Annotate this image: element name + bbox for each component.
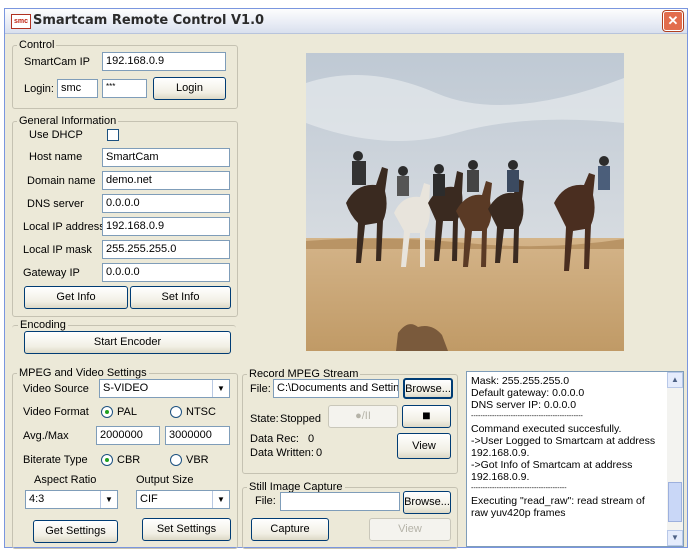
scroll-up-icon[interactable]: ▲ — [667, 372, 683, 388]
data-written-value: 0 — [316, 447, 323, 459]
aspect-ratio-label: Aspect Ratio — [34, 474, 97, 486]
format-ntsc-label: NTSC — [186, 406, 216, 418]
domain-name-input[interactable]: demo.net — [102, 171, 230, 190]
log-line: ----------------------------------------… — [471, 413, 583, 420]
format-pal-radio[interactable] — [101, 406, 113, 418]
video-source-label: Video Source — [23, 383, 89, 395]
use-dhcp-label: Use DHCP — [29, 129, 83, 141]
set-info-button[interactable]: Set Info — [130, 286, 231, 309]
local-ip-input[interactable]: 192.168.0.9 — [102, 217, 230, 236]
main-window: smc Smartcam Remote Control V1.0 ✕ Contr… — [4, 8, 688, 549]
log-line: Mask: 255.255.255.0 — [471, 375, 570, 387]
output-size-value: CIF — [140, 493, 158, 505]
data-rec-label: Data Rec: — [250, 433, 299, 445]
avg-max-label: Avg./Max — [23, 430, 69, 442]
state-value: Stopped — [280, 413, 321, 425]
smartcam-ip-label: SmartCam IP — [24, 56, 91, 68]
record-file-label: File: — [250, 383, 271, 395]
data-rec-value: 0 — [308, 433, 315, 445]
bitrate-cbr-radio[interactable] — [101, 454, 113, 466]
local-mask-input[interactable]: 255.255.255.0 — [102, 240, 230, 259]
encoding-legend: Encoding — [20, 319, 66, 331]
chevron-down-icon[interactable]: ▼ — [212, 380, 229, 397]
log-line: DNS server IP: 0.0.0.0 — [471, 399, 577, 411]
video-frame-image — [306, 53, 624, 351]
still-browse-button[interactable]: Browse... — [403, 491, 451, 514]
log-line: ->Got Info of Smartcam at address 192.16… — [471, 459, 636, 483]
host-name-input[interactable]: SmartCam — [102, 148, 230, 167]
mpeg-settings-legend: MPEG and Video Settings — [19, 367, 147, 379]
local-ip-label: Local IP address — [23, 221, 105, 233]
still-file-label: File: — [255, 495, 276, 507]
video-source-select[interactable]: S-VIDEO ▼ — [99, 379, 230, 398]
log-scrollbar[interactable]: ▲ ▼ — [667, 372, 683, 546]
still-view-button[interactable]: View — [369, 518, 451, 541]
set-settings-button[interactable]: Set Settings — [142, 518, 231, 541]
smartcam-ip-input[interactable]: 192.168.0.9 — [102, 52, 226, 71]
record-stop-button[interactable]: ■ — [402, 405, 451, 428]
video-source-value: S-VIDEO — [103, 382, 149, 394]
log-line: ->User Logged to Smartcam at address 192… — [471, 435, 659, 459]
log-line: Default gateway: 0.0.0.0 — [471, 387, 585, 399]
gateway-input[interactable]: 0.0.0.0 — [102, 263, 230, 282]
chevron-down-icon[interactable]: ▼ — [212, 491, 229, 508]
max-bitrate-input[interactable]: 3000000 — [165, 426, 230, 445]
chevron-down-icon[interactable]: ▼ — [100, 491, 117, 508]
scroll-down-icon[interactable]: ▼ — [667, 530, 683, 546]
dns-server-input[interactable]: 0.0.0.0 — [102, 194, 230, 213]
general-info-legend: General Information — [19, 115, 117, 127]
use-dhcp-checkbox[interactable] — [107, 129, 119, 141]
still-file-input[interactable] — [280, 492, 400, 511]
avg-bitrate-input[interactable]: 2000000 — [96, 426, 160, 445]
state-label: State: — [250, 413, 279, 425]
capture-button[interactable]: Capture — [251, 518, 329, 541]
video-format-label: Video Format — [23, 406, 89, 418]
data-written-label: Data Written: — [250, 447, 314, 459]
record-browse-button[interactable]: Browse... — [403, 378, 453, 399]
format-ntsc-radio[interactable] — [170, 406, 182, 418]
log-line: Executing "read_raw": read stream of raw… — [471, 495, 648, 519]
login-label: Login: — [24, 83, 54, 95]
get-settings-button[interactable]: Get Settings — [33, 520, 118, 543]
username-input[interactable]: smc — [57, 79, 98, 98]
gateway-label: Gateway IP — [23, 267, 80, 279]
window-title: Smartcam Remote Control V1.0 — [33, 13, 265, 28]
start-encoder-button[interactable]: Start Encoder — [24, 331, 231, 354]
aspect-ratio-value: 4:3 — [29, 493, 45, 505]
record-file-input[interactable]: C:\Documents and Settings — [273, 379, 399, 398]
bitrate-type-label: Biterate Type — [23, 454, 88, 466]
log-textarea[interactable]: Mask: 255.255.255.0 Default gateway: 0.0… — [466, 371, 684, 547]
control-legend: Control — [19, 39, 55, 51]
get-info-button[interactable]: Get Info — [24, 286, 128, 309]
host-name-label: Host name — [29, 151, 83, 163]
log-line: ----------------------------------------… — [471, 485, 567, 492]
password-input[interactable]: *** — [102, 79, 147, 98]
local-mask-label: Local IP mask — [23, 244, 92, 256]
bitrate-vbr-label: VBR — [186, 454, 209, 466]
video-preview — [306, 53, 624, 351]
app-icon: smc — [11, 14, 31, 29]
domain-name-label: Domain name — [27, 175, 96, 187]
output-size-label: Output Size — [136, 474, 194, 486]
scrollbar-thumb[interactable] — [668, 482, 682, 522]
title-bar[interactable]: smc Smartcam Remote Control V1.0 ✕ — [5, 9, 687, 34]
close-icon[interactable]: ✕ — [663, 11, 683, 31]
dns-server-label: DNS server — [27, 198, 84, 210]
login-button[interactable]: Login — [153, 77, 226, 100]
log-line: Command executed succesfully. — [471, 423, 622, 435]
output-size-select[interactable]: CIF ▼ — [136, 490, 230, 509]
format-pal-label: PAL — [117, 406, 137, 418]
bitrate-cbr-label: CBR — [117, 454, 141, 466]
record-play-pause-button[interactable]: ●/II — [328, 405, 398, 428]
record-view-button[interactable]: View — [397, 433, 451, 459]
aspect-ratio-select[interactable]: 4:3 ▼ — [25, 490, 118, 509]
log-text: Mask: 255.255.255.0 Default gateway: 0.0… — [471, 375, 661, 519]
bitrate-vbr-radio[interactable] — [170, 454, 182, 466]
